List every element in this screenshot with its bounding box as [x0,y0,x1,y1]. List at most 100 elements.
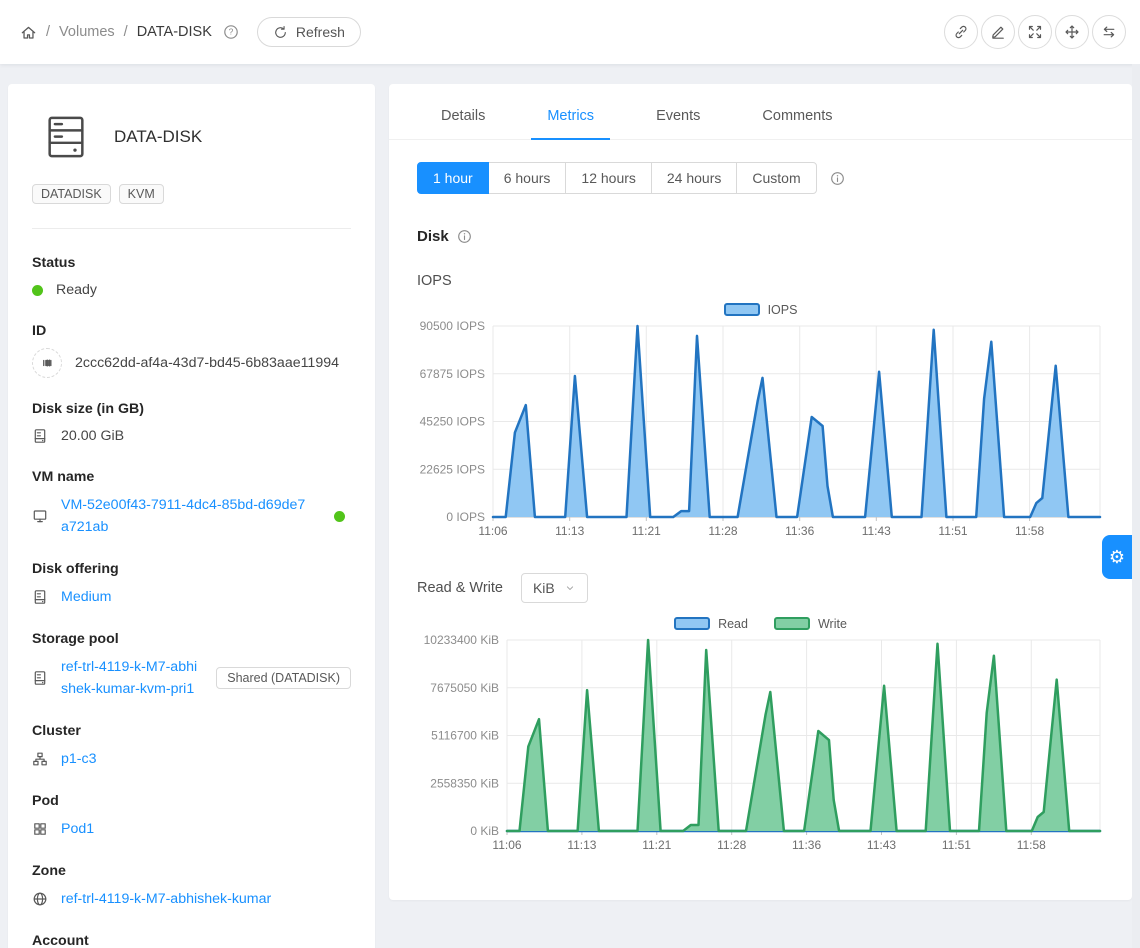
section-label: Account [32,933,351,948]
globe-icon [32,891,48,907]
section-id: ID 2ccc62dd-af4a-43d7-bd45-6b83aae11994 [32,323,351,378]
section-account: Accountadmin [32,933,351,948]
svg-text:22625 IOPS: 22625 IOPS [420,462,485,476]
section-value-row: 20.00 GiB [32,426,351,446]
section-label: Pod [32,793,351,809]
cluster-icon [32,751,48,767]
breadcrumb: / Volumes / DATA-DISK ? [20,24,239,41]
svg-text:11:36: 11:36 [792,838,821,852]
home-icon[interactable] [20,24,37,41]
id-value: 2ccc62dd-af4a-43d7-bd45-6b83aae11994 [75,355,339,371]
tab-metrics[interactable]: Metrics [531,94,610,139]
svg-text:90500 IOPS: 90500 IOPS [420,320,485,333]
readwrite-row: Read & Write KiB [417,573,1104,603]
unit-select[interactable]: KiB [521,573,588,603]
settings-gear-button[interactable]: ⚙ [1102,535,1132,579]
legend-label: IOPS [768,303,798,317]
legend-item-read[interactable]: Read [674,617,748,631]
svg-text:11:28: 11:28 [708,524,737,538]
section-storage-pool: Storage pool ref-trl-4119-k-M7-abhishek-k… [32,631,351,700]
section-link[interactable]: Medium [61,586,111,608]
section-value-row: 2ccc62dd-af4a-43d7-bd45-6b83aae11994 [32,348,351,378]
readwrite-chart[interactable]: 0 KiB2558350 KiB5116700 KiB7675050 KiB10… [417,634,1104,857]
section-link[interactable]: ref-trl-4119-k-M7-abhishek-kumar-kvm-pri… [61,656,201,700]
help-icon[interactable]: ? [223,24,239,40]
tab-bar: Details Metrics Events Comments [389,94,1132,140]
section-link[interactable]: Pod1 [61,818,94,840]
section-label: VM name [32,469,351,485]
section-cluster: Clusterp1-c3 [32,723,351,770]
svg-text:11:43: 11:43 [867,838,896,852]
barcode-icon [32,348,62,378]
breadcrumb-volumes[interactable]: Volumes [59,24,115,40]
legend-swatch [774,617,810,630]
svg-text:7675050 KiB: 7675050 KiB [430,681,499,695]
breadcrumb-current: DATA-DISK [137,24,212,40]
breadcrumb-separator: / [46,24,50,40]
tag-kvm: KVM [119,184,164,204]
tag-datadisk: DATADISK [32,184,111,204]
svg-text:11:36: 11:36 [785,524,814,538]
iops-chart[interactable]: 0 IOPS22625 IOPS45250 IOPS67875 IOPS9050… [417,320,1104,543]
details-panel: Details Metrics Events Comments 1 hour6 hou… [389,84,1132,900]
tags-row: DATADISK KVM [32,184,351,204]
swap-button[interactable] [1092,15,1126,49]
section-label: ID [32,323,351,339]
tab-events[interactable]: Events [640,94,716,139]
edit-button[interactable] [981,15,1015,49]
resource-title: DATA-DISK [114,127,202,147]
section-label: Status [32,255,351,271]
legend-item-write[interactable]: Write [774,617,847,631]
swap-icon [1101,24,1117,40]
svg-text:11:06: 11:06 [478,524,507,538]
disk-icon [32,670,48,686]
time-range-24-hours[interactable]: 24 hours [651,162,737,194]
time-range-bar: 1 hour6 hours12 hours24 hoursCustom [417,162,1104,194]
resource-title-row: DATA-DISK [48,116,351,158]
svg-text:11:28: 11:28 [717,838,746,852]
section-status: StatusReady [32,255,351,300]
section-link[interactable]: ref-trl-4119-k-M7-abhishek-kumar [61,888,271,910]
svg-text:11:13: 11:13 [555,524,584,538]
svg-text:?: ? [229,27,234,37]
readwrite-legend: Read Write [417,615,1104,632]
section-link[interactable]: p1-c3 [61,748,97,770]
svg-text:11:51: 11:51 [938,524,967,538]
info-icon[interactable] [457,229,472,244]
legend-label: Read [718,617,748,631]
breadcrumb-separator: / [124,24,128,40]
svg-text:11:58: 11:58 [1017,838,1046,852]
svg-text:0 IOPS: 0 IOPS [446,510,485,524]
svg-text:0 KiB: 0 KiB [470,824,499,838]
legend-swatch [674,617,710,630]
link-button[interactable] [944,15,978,49]
drag-icon [1064,24,1080,40]
info-icon[interactable] [830,171,845,186]
refresh-icon [273,25,288,40]
section-disk-offering: Disk offeringMedium [32,561,351,608]
page-content: DATA-DISK DATADISK KVM StatusReady ID 2ccc6… [0,64,1140,948]
top-bar: / Volumes / DATA-DISK ? Refresh [0,0,1140,64]
tab-comments[interactable]: Comments [746,94,848,139]
time-range-custom[interactable]: Custom [736,162,816,194]
drag-button[interactable] [1055,15,1089,49]
scrollbar[interactable] [1132,64,1140,948]
time-range-6-hours[interactable]: 6 hours [488,162,567,194]
section-zone: Zoneref-trl-4119-k-M7-abhishek-kumar [32,863,351,910]
fullscreen-button[interactable] [1018,15,1052,49]
svg-text:11:21: 11:21 [632,524,661,538]
section-pod: Pod Pod1 [32,793,351,840]
svg-text:67875 IOPS: 67875 IOPS [420,367,485,381]
disk-icon [32,589,48,605]
status-dot [32,285,43,296]
monitor-icon [32,508,48,524]
section-label: Storage pool [32,631,351,647]
refresh-button[interactable]: Refresh [257,17,361,47]
time-range-12-hours[interactable]: 12 hours [565,162,651,194]
legend-item-iops[interactable]: IOPS [724,303,798,317]
tab-details[interactable]: Details [425,94,501,139]
link-icon [953,24,969,40]
section-link[interactable]: VM-52e00f43-7911-4dc4-85bd-d69de7a721ab [61,494,311,538]
svg-text:11:51: 11:51 [942,838,971,852]
time-range-1-hour[interactable]: 1 hour [417,162,489,194]
